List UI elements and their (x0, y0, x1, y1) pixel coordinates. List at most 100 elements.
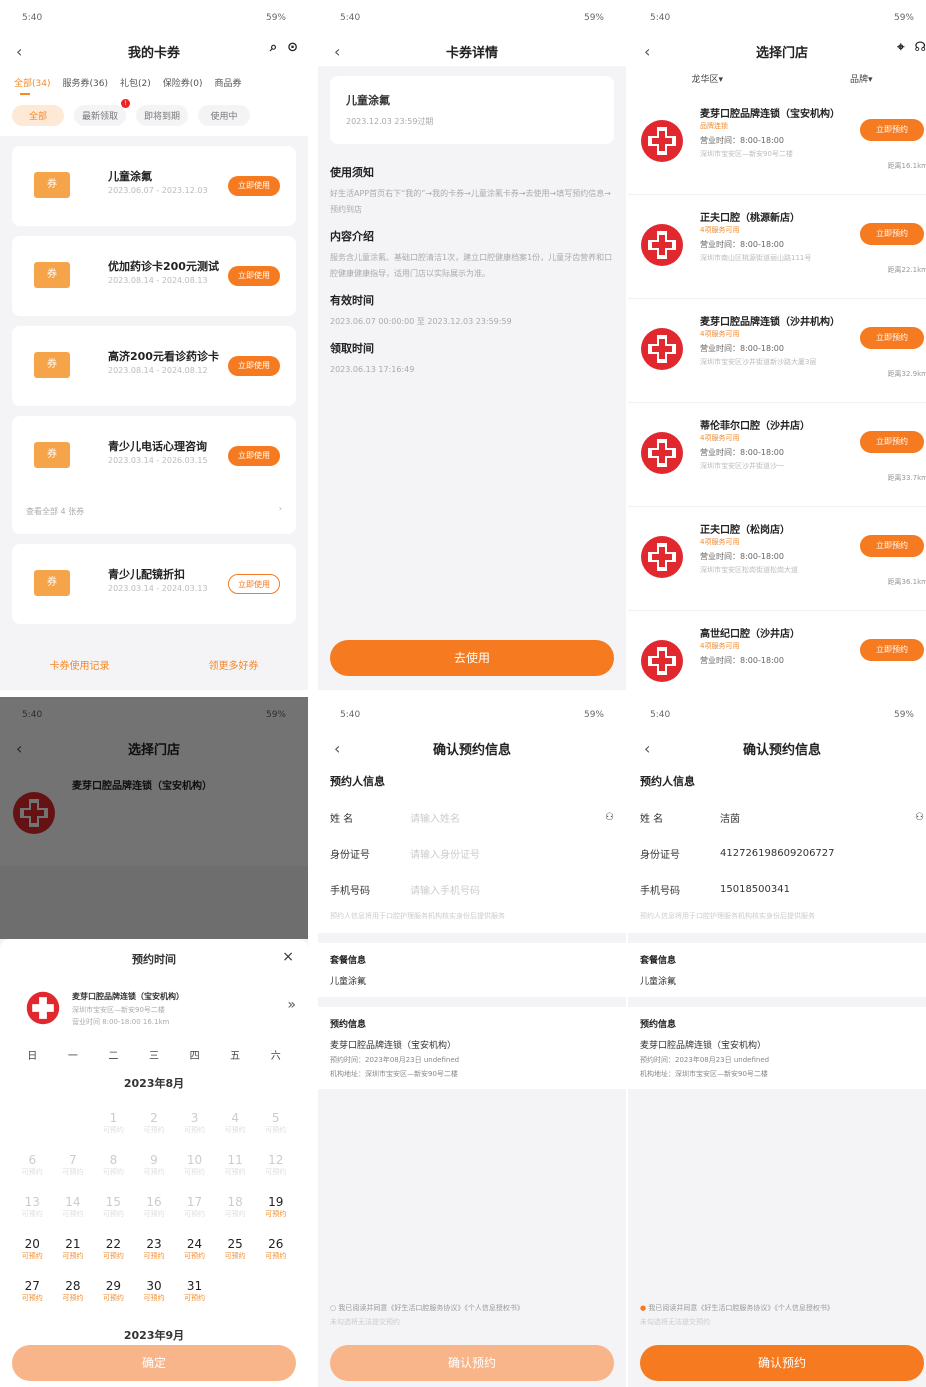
clinic-logo-icon (641, 224, 683, 266)
calendar-day[interactable]: 31 可预约 (174, 1273, 215, 1315)
calendar-day[interactable]: 22 可预约 (93, 1231, 134, 1273)
chip-expiring[interactable]: 即将到期 (136, 105, 188, 126)
weekday-label: 日 (27, 1051, 38, 1062)
calendar-day[interactable]: 21 可预约 (53, 1231, 94, 1273)
id-input[interactable]: 412726198609206727 (720, 848, 924, 859)
calendar-day[interactable]: 24 可预约 (174, 1231, 215, 1273)
modal-overlay[interactable] (0, 697, 308, 939)
phone-input[interactable]: 请输入手机号码 (410, 882, 614, 897)
brand-filter[interactable]: 品牌▾ (850, 72, 873, 85)
appointment-address: 机构地址：深圳市宝安区—新安90号二楼 (330, 1070, 458, 1078)
use-button[interactable]: 立即使用 (228, 446, 280, 466)
clinic-logo-icon (641, 120, 683, 162)
use-button[interactable]: 立即使用 (228, 266, 280, 286)
store-item[interactable]: 正夫口腔（桃源新店） 4项服务可用 营业时间：8:00-18:00 深圳市南山区桃源街… (628, 195, 926, 299)
coupon-card[interactable]: 券 儿童涂氟 2023.06.07 - 2023.12.03 立即使用 (12, 146, 296, 226)
day-number: 4 (231, 1111, 239, 1125)
store-item[interactable]: 高世纪口腔（沙井店） 4项服务可用 营业时间：8:00-18:00 立即预约 (628, 611, 926, 690)
package-label: 套餐信息 (330, 956, 367, 966)
ticket-icon: 券 (34, 442, 70, 468)
district-filter[interactable]: 龙华区▾ (691, 72, 723, 85)
back-icon[interactable]: ‹ (334, 739, 340, 758)
confirm-button[interactable]: 确定 (12, 1345, 296, 1381)
coupon-card[interactable]: 券 青少儿电话心理咨询 2023.03.14 - 2026.03.15 立即使用 查看全… (12, 416, 296, 534)
calendar-day[interactable]: 27 可预约 (12, 1273, 53, 1315)
store-hours: 营业时间：8:00-18:00 (700, 240, 784, 249)
back-icon[interactable]: ‹ (16, 42, 22, 61)
agree-checkbox[interactable]: ○ (330, 1304, 336, 1312)
package-block: 套餐信息 儿童涂氟 (318, 943, 626, 997)
calendar-day[interactable]: 19 可预约 (255, 1189, 296, 1231)
coupon-card[interactable]: 券 优加药诊卡200元测试 2023.08.14 - 2024.08.13 立即使用 (12, 236, 296, 316)
use-button[interactable]: 立即使用 (228, 176, 280, 196)
name-input[interactable]: 请输入姓名 (410, 810, 605, 825)
use-button[interactable]: 立即使用 (228, 356, 280, 376)
status-time: 5:40 (650, 13, 671, 23)
tab-all[interactable]: 全部(34) (14, 76, 50, 95)
back-icon[interactable]: ‹ (644, 739, 650, 758)
calendar-day: 17 可预约 (174, 1189, 215, 1231)
chip-all[interactable]: 全部 (12, 105, 64, 126)
tab-insurance[interactable]: 保险券(0) (163, 76, 203, 89)
use-button[interactable]: 立即使用 (228, 574, 280, 594)
agreement-text[interactable]: 我已阅读并同意《好生活口腔服务协议》《个人信息授权书》 (648, 1304, 834, 1312)
weekday-label: 四 (189, 1051, 200, 1062)
calendar-day[interactable]: 25 可预约 (215, 1231, 256, 1273)
package-block: 套餐信息 儿童涂氟 (628, 943, 926, 997)
calendar-day[interactable]: 30 可预约 (134, 1273, 175, 1315)
calendar-day[interactable]: 26 可预约 (255, 1231, 296, 1273)
view-all-link[interactable]: 查看全部 4 张券 (26, 506, 84, 517)
tab-goods[interactable]: 商品券 (214, 76, 241, 89)
close-icon[interactable]: × (282, 949, 294, 965)
coupon-card[interactable]: 券 高济200元看诊药诊卡 2023.08.14 - 2024.08.12 立即使用 (12, 326, 296, 406)
tab-service[interactable]: 服务券(36) (62, 76, 107, 89)
customer-service-icon[interactable]: ☊ (914, 40, 926, 55)
availability-label: 可预约 (102, 1168, 124, 1176)
id-input[interactable]: 请输入身份证号 (410, 846, 614, 861)
search-icon[interactable]: ⌕ (270, 40, 277, 55)
agree-checkbox-checked[interactable]: ● (640, 1304, 646, 1312)
name-input[interactable]: 洁茵 (720, 810, 915, 825)
back-icon[interactable]: ‹ (334, 42, 340, 61)
coupon-summary: 儿童涂氟 2023.12.03 23:59过期 (330, 76, 614, 144)
book-button[interactable]: 立即预约 (860, 431, 924, 453)
chip-newest[interactable]: 最新领取! (74, 99, 130, 126)
confirm-appointment-button[interactable]: 确认预约 (330, 1345, 614, 1381)
store-item[interactable]: 麦芽口腔品牌连锁（沙井机构） 4项服务可用 营业时间：8:00-18:00 深圳市宝安… (628, 299, 926, 403)
usage-record-link[interactable]: 卡券使用记录 (50, 657, 110, 672)
chip-in-use[interactable]: 使用中 (198, 105, 250, 126)
go-use-button[interactable]: 去使用 (330, 640, 614, 676)
book-button[interactable]: 立即预约 (860, 639, 924, 661)
store-item[interactable]: 麦芽口腔品牌连锁（宝安机构） 品牌连锁 营业时间：8:00-18:00 深圳市宝安区—… (628, 91, 926, 195)
calendar-day[interactable]: 20 可预约 (12, 1231, 53, 1273)
more-coupons-link[interactable]: 领更多好券 (209, 657, 259, 672)
confirm-appointment-button[interactable]: 确认预约 (640, 1345, 924, 1381)
weekday-label: 五 (230, 1051, 241, 1062)
phone-input[interactable]: 15018500341 (720, 884, 924, 895)
contact-icon[interactable]: ⚇ (605, 812, 614, 823)
day-number: 29 (105, 1279, 122, 1293)
coupon-card[interactable]: 券 青少儿配镜折扣 2023.03.14 - 2024.03.13 立即使用 (12, 544, 296, 624)
agreement: ● 我已阅读并同意《好生活口腔服务协议》《个人信息授权书》 未勾选将无法提交预约 (640, 1303, 924, 1327)
calendar-day[interactable]: 29 可预约 (93, 1273, 134, 1315)
weekday-header: 日一二三四五六 (12, 1047, 296, 1062)
store-item[interactable]: 正夫口腔（松岗店） 4项服务可用 营业时间：8:00-18:00 深圳市宝安区松岗街道… (628, 507, 926, 611)
agreement-text[interactable]: 我已阅读并同意《好生活口腔服务协议》《个人信息授权书》 (338, 1304, 524, 1312)
book-button[interactable]: 立即预约 (860, 327, 924, 349)
store-item[interactable]: 蒂伦菲尔口腔（沙井店） 4项服务可用 营业时间：8:00-18:00 深圳市宝安区沙井… (628, 403, 926, 507)
more-circle-icon[interactable]: ⊙ (287, 40, 298, 55)
book-button[interactable]: 立即预约 (860, 119, 924, 141)
contact-icon[interactable]: ⚇ (915, 812, 924, 823)
tab-gift[interactable]: 礼包(2) (120, 76, 151, 89)
double-chevron-right-icon[interactable]: » (287, 997, 296, 1013)
location-icon[interactable]: ⌖ (897, 40, 904, 55)
day-number: 12 (268, 1153, 284, 1167)
ticket-icon: 券 (34, 262, 70, 288)
back-icon[interactable]: ‹ (644, 42, 650, 61)
book-button[interactable]: 立即预约 (860, 535, 924, 557)
appointment-time: 预约时间：2023年08月23日 undefined (330, 1056, 460, 1064)
screen-coupon-detail: 5:40 59% ‹ 卡券详情 儿童涂氟 2023.12.03 23:59过期 使用… (318, 0, 626, 690)
calendar-day[interactable]: 23 可预约 (134, 1231, 175, 1273)
book-button[interactable]: 立即预约 (860, 223, 924, 245)
calendar-day[interactable]: 28 可预约 (53, 1273, 94, 1315)
